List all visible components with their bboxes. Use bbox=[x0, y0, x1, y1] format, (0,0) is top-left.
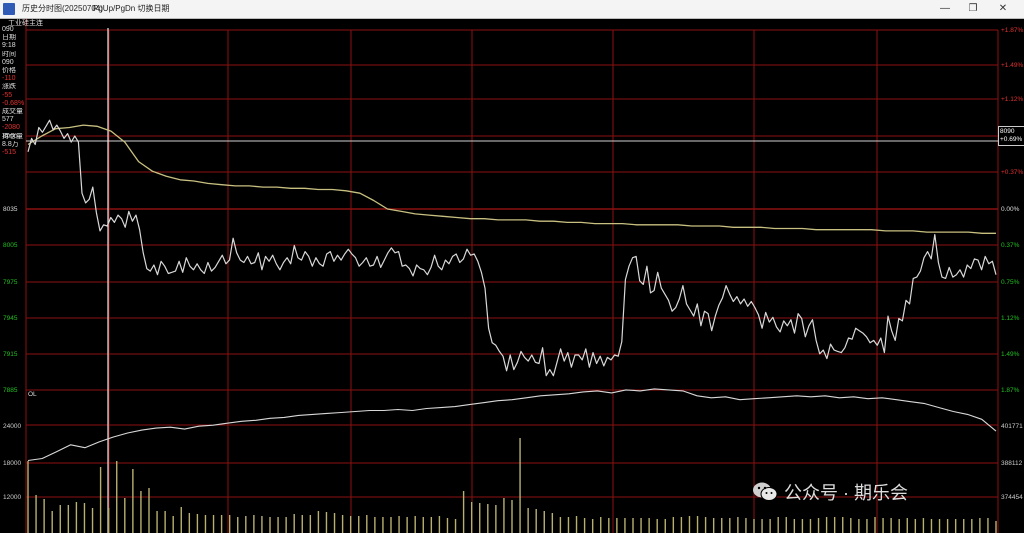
volume-axis-label: 12000 bbox=[3, 494, 21, 501]
current-price-box: 8090 +0.69% bbox=[998, 126, 1024, 146]
volume-axis-label: OL bbox=[28, 391, 37, 398]
left-axis-label: 8005 bbox=[3, 242, 18, 249]
current-price: 8090 bbox=[1000, 128, 1015, 135]
oi-axis-label: 374454 bbox=[1001, 494, 1023, 501]
left-axis-label: 7915 bbox=[3, 351, 18, 358]
watermark: 公众号 · 期乐会 bbox=[752, 478, 908, 506]
info-line: 9:18 bbox=[2, 42, 16, 50]
left-axis-label: 8035 bbox=[3, 206, 18, 213]
window-title: 历史分时图(20250704) bbox=[22, 4, 103, 13]
info-line: 价格 bbox=[2, 67, 16, 75]
info-panel: 090 日期 9:18 时间 090 价格 -110 涨跌 -55 -0.68% 成交量 577 -20… bbox=[2, 26, 24, 157]
right-axis-label: 0.00% bbox=[1001, 206, 1020, 213]
info-line: 090 bbox=[2, 58, 14, 66]
volume-axis-label: 18000 bbox=[3, 460, 21, 467]
wechat-icon bbox=[753, 482, 778, 501]
info-line: 涨跌 bbox=[2, 83, 16, 91]
right-axis-label: 0.37% bbox=[1001, 242, 1020, 249]
info-line: 成交量 bbox=[2, 108, 23, 116]
info-line: 日期 bbox=[2, 34, 16, 42]
current-change: +0.69% bbox=[1000, 136, 1023, 143]
restore-icon: ❐ bbox=[968, 3, 978, 14]
close-button[interactable]: ✕ bbox=[992, 1, 1014, 16]
watermark-text: 公众号 · 期乐会 bbox=[784, 483, 908, 503]
info-line: 持仓量 bbox=[2, 132, 23, 140]
info-line: 577 bbox=[2, 116, 14, 124]
restore-button[interactable]: ❐ bbox=[962, 1, 984, 16]
date-switch-hint: PgUp/PgDn 切换日期 bbox=[93, 4, 170, 13]
info-line: -0.68% bbox=[2, 99, 24, 107]
right-axis-label: 0.75% bbox=[1001, 279, 1020, 286]
left-axis-label: 7945 bbox=[3, 315, 18, 322]
close-icon: ✕ bbox=[998, 3, 1008, 14]
intraday-chart: 8090 8035 8005 7975 7945 7915 7885 +1.87% +1.49%… bbox=[3, 18, 1023, 533]
right-axis-label: 1.87% bbox=[1001, 387, 1020, 394]
minimize-button[interactable]: — bbox=[934, 1, 956, 16]
right-axis-label: 1.12% bbox=[1001, 315, 1020, 322]
title-bar: 历史分时图(20250704) PgUp/PgDn 切换日期 — ❐ ✕ bbox=[0, 0, 1024, 19]
info-line: -55 bbox=[2, 91, 13, 99]
left-axis-label: 7975 bbox=[3, 279, 18, 286]
info-line: -2080 bbox=[2, 124, 20, 132]
right-axis-label: +1.87% bbox=[1001, 27, 1023, 34]
left-axis-label: 7885 bbox=[3, 387, 18, 394]
info-line: 时间 bbox=[2, 50, 16, 58]
info-line: 8.8万 bbox=[2, 140, 19, 148]
info-line: -110 bbox=[2, 75, 16, 83]
right-axis-label: +0.37% bbox=[1001, 169, 1023, 176]
price-line bbox=[27, 119, 997, 377]
right-axis-label: 1.49% bbox=[1001, 351, 1020, 358]
oi-axis-label: 388112 bbox=[1001, 460, 1023, 467]
info-line: -515 bbox=[2, 149, 17, 157]
minimize-icon: — bbox=[940, 3, 950, 14]
app-icon bbox=[3, 3, 15, 15]
right-axis-label: +1.12% bbox=[1001, 96, 1023, 103]
oi-axis-label: 401771 bbox=[1001, 423, 1023, 430]
right-axis-label: +1.49% bbox=[1001, 62, 1023, 69]
info-line: 090 bbox=[2, 26, 14, 33]
volume-axis-label: 24000 bbox=[3, 423, 21, 430]
